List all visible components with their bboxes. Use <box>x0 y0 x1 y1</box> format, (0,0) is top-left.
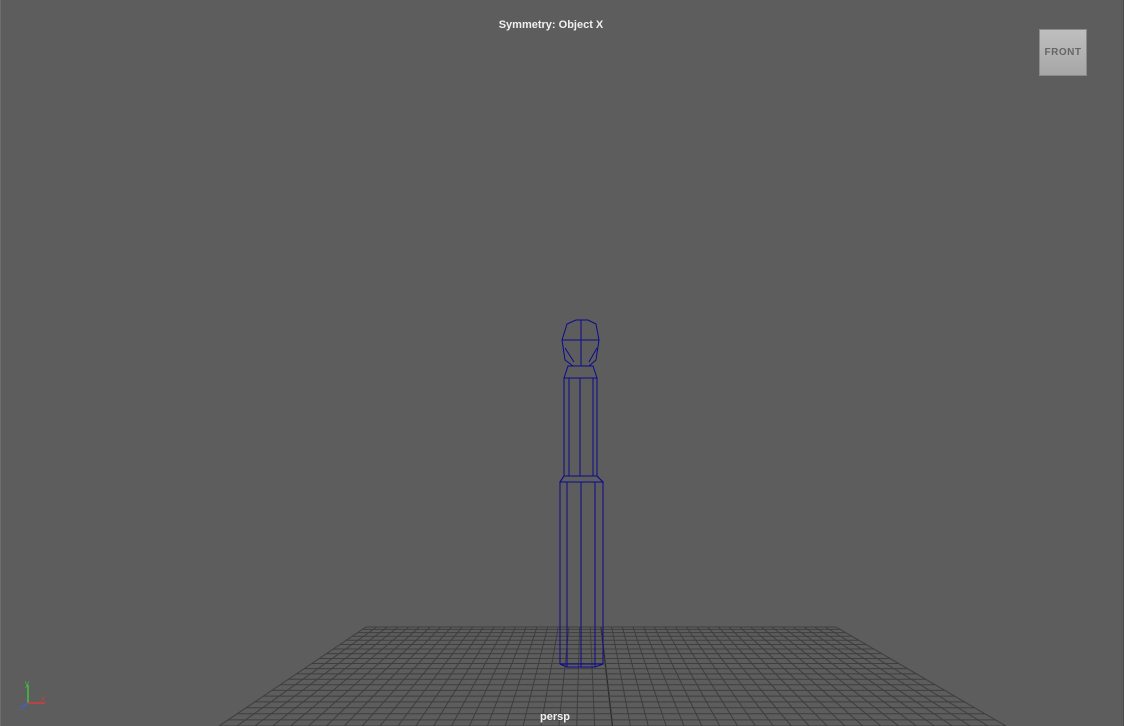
grid-line <box>675 626 739 726</box>
grid-line <box>621 626 649 726</box>
grid-line <box>739 626 846 726</box>
grid-line <box>308 626 420 726</box>
axis-z-label: z <box>20 705 24 712</box>
grid-line <box>771 626 899 726</box>
camera-name-label: persp <box>540 711 570 723</box>
wire-upper-shaft-edges <box>564 377 597 476</box>
grid-line <box>696 626 774 726</box>
grid-line <box>835 626 1007 726</box>
grid-line <box>792 626 935 726</box>
grid-line <box>272 626 399 726</box>
grid-line <box>664 626 721 726</box>
grid-line <box>611 626 631 726</box>
perspective-viewport[interactable]: Symmetry: Object X FRONT y x z persp <box>0 0 1124 726</box>
axis-z-line <box>22 702 29 707</box>
grid-line <box>451 626 506 726</box>
grid-line <box>236 626 377 726</box>
grid-line <box>218 626 367 726</box>
grid-line <box>718 626 810 726</box>
wire-head-edges <box>562 320 599 366</box>
grid-line <box>814 626 971 726</box>
grid-line <box>803 626 953 726</box>
wire-ring <box>559 475 605 483</box>
grid-line <box>750 626 864 726</box>
grid-line <box>361 626 452 726</box>
grid-line <box>686 626 757 726</box>
wireframe-model[interactable] <box>559 319 605 668</box>
grid-line <box>433 626 495 726</box>
axis-indicator: y x z <box>20 679 45 712</box>
axis-x-label: x <box>41 694 45 703</box>
wire-ring-edges <box>559 475 604 483</box>
grid-line <box>290 626 410 726</box>
scene-canvas[interactable]: y x z <box>1 0 1124 726</box>
grid-line <box>325 626 431 726</box>
wire-lower-shaft-edges <box>560 482 603 667</box>
grid-line <box>728 626 828 726</box>
grid-line <box>397 626 474 726</box>
axis-y-label: y <box>25 679 29 688</box>
ground-grid <box>218 626 1007 726</box>
grid-line <box>254 626 388 726</box>
